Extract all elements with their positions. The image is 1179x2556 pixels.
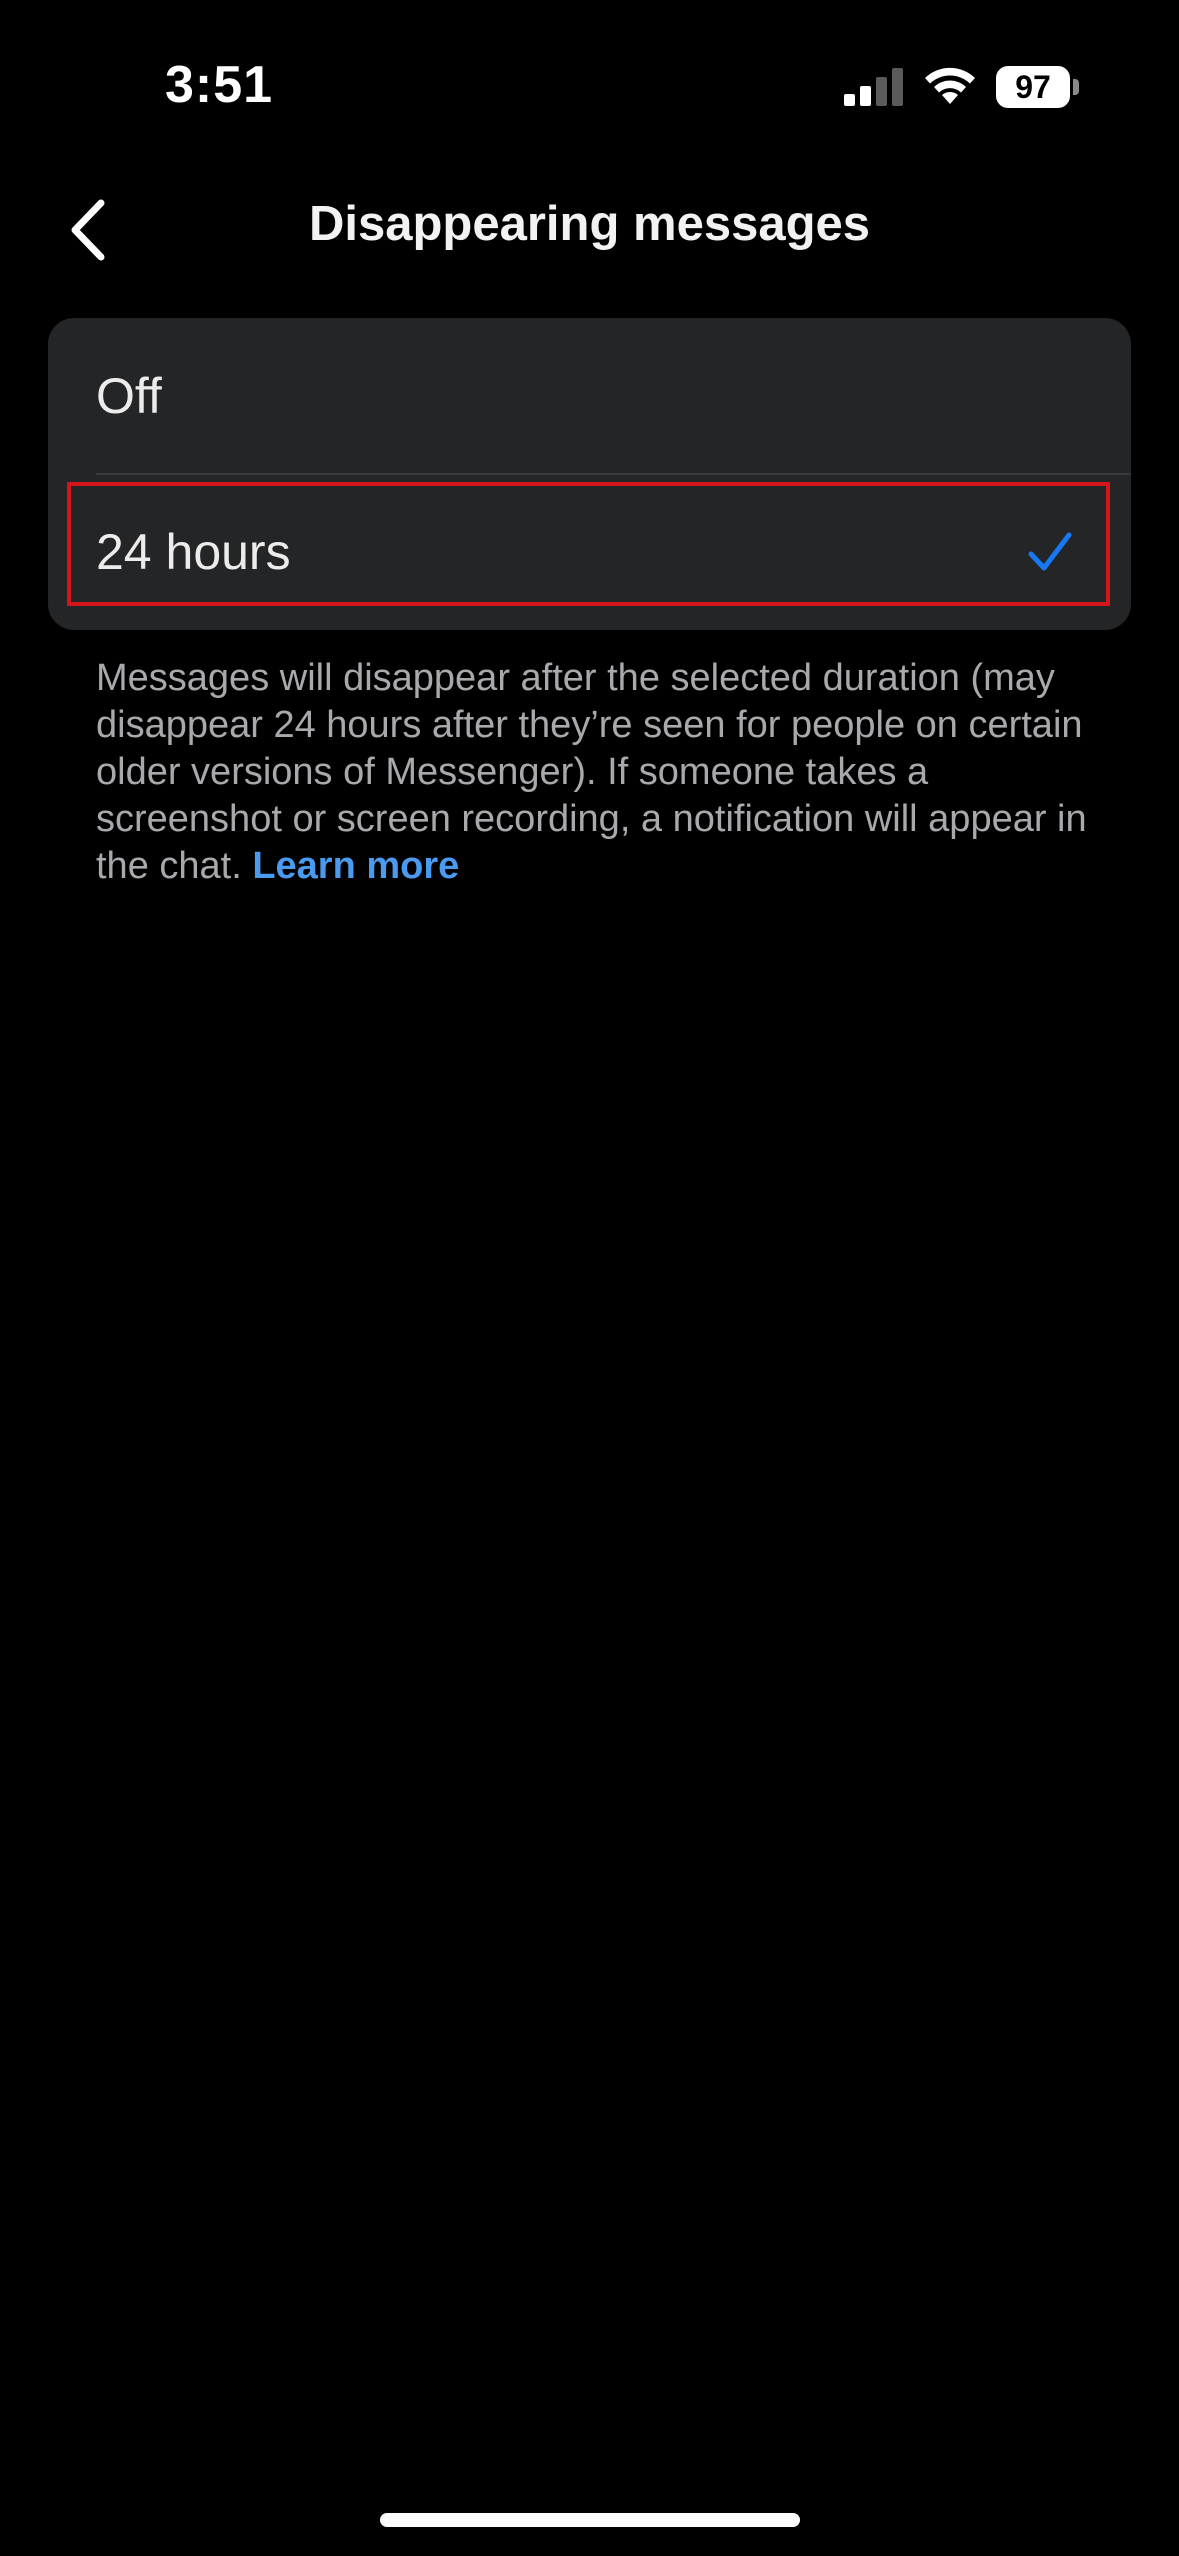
battery-level: 97 <box>996 66 1070 108</box>
status-bar: 3:51 97 <box>0 0 1179 150</box>
status-time: 3:51 <box>165 56 274 114</box>
battery-cap <box>1073 79 1079 95</box>
battery-icon: 97 <box>996 66 1080 108</box>
signal-icon <box>844 68 903 106</box>
option-24-hours[interactable]: 24 hours <box>48 474 1131 630</box>
option-label-off: Off <box>96 368 162 424</box>
selection-highlight-box <box>67 482 1110 606</box>
options-card: Off 24 hours <box>48 318 1131 630</box>
description-text: Messages will disappear after the select… <box>96 657 1087 887</box>
learn-more-link[interactable]: Learn more <box>252 845 459 887</box>
home-indicator[interactable] <box>380 2513 800 2527</box>
page-title: Disappearing messages <box>308 197 871 251</box>
wifi-icon <box>925 67 975 104</box>
description: Messages will disappear after the select… <box>96 655 1096 890</box>
option-off[interactable]: Off <box>48 318 1131 474</box>
